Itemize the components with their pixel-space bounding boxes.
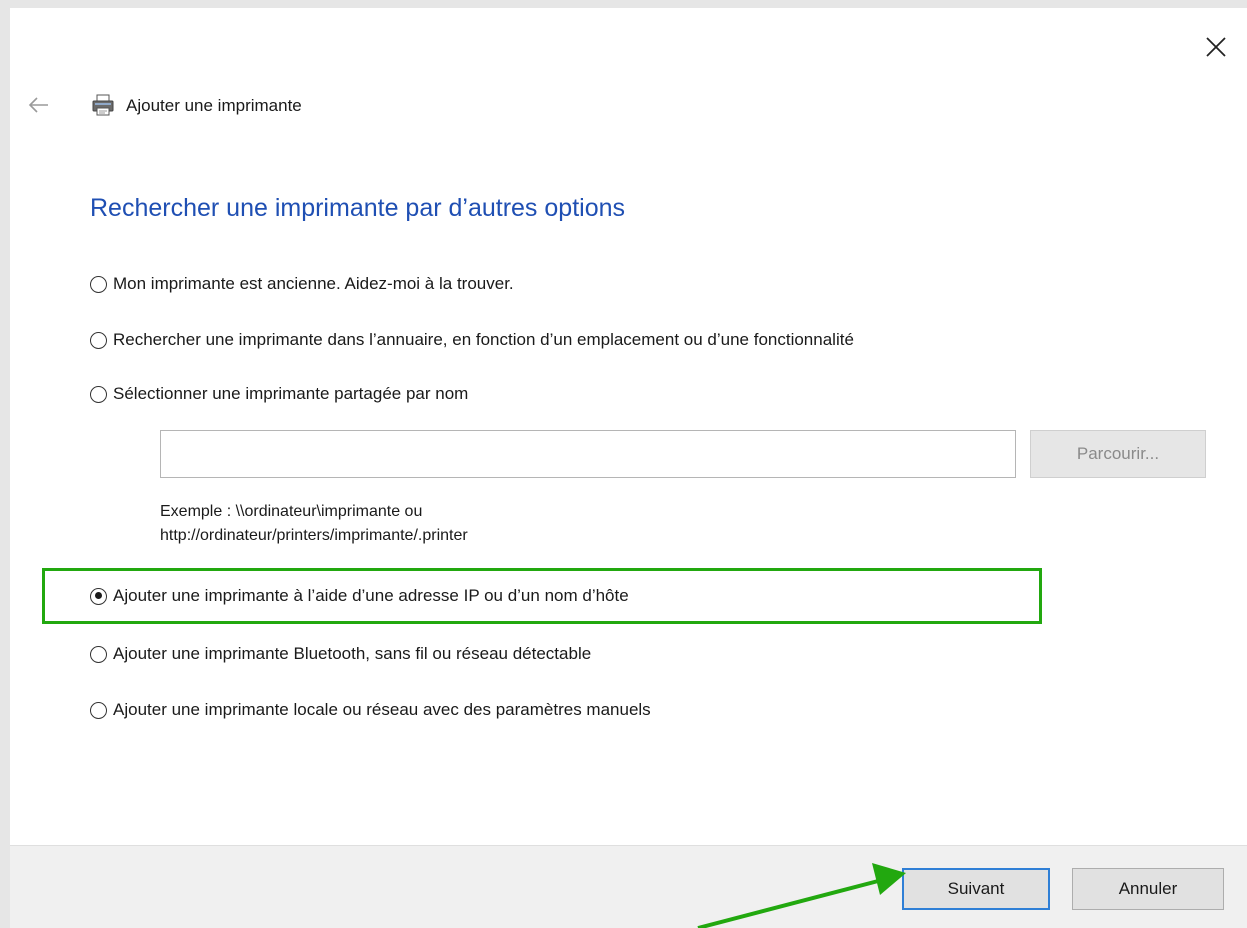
browse-button[interactable]: Parcourir... bbox=[1030, 430, 1206, 478]
back-arrow-icon[interactable] bbox=[28, 96, 50, 114]
next-button[interactable]: Suivant bbox=[902, 868, 1050, 910]
radio-label: Mon imprimante est ancienne. Aidez-moi à… bbox=[113, 274, 514, 293]
window-title: Ajouter une imprimante bbox=[126, 96, 302, 115]
page-heading: Rechercher une imprimante par d’autres o… bbox=[90, 194, 625, 222]
radio-button[interactable] bbox=[90, 385, 107, 403]
example-line-2: http://ordinateur/printers/imprimante/.p… bbox=[160, 527, 468, 544]
radio-button[interactable] bbox=[90, 645, 107, 663]
cancel-button[interactable]: Annuler bbox=[1072, 868, 1224, 910]
radio-option-bluetooth-wireless[interactable]: Ajouter une imprimante Bluetooth, sans f… bbox=[90, 641, 591, 667]
radio-option-directory-search[interactable]: Rechercher une imprimante dans l’annuair… bbox=[90, 327, 854, 353]
radio-label: Rechercher une imprimante dans l’annuair… bbox=[113, 330, 854, 349]
example-text: Exemple : \\ordinateur\imprimante ou htt… bbox=[160, 500, 468, 548]
example-line-1: Exemple : \\ordinateur\imprimante ou bbox=[160, 503, 423, 520]
close-icon[interactable] bbox=[1203, 34, 1229, 60]
radio-label: Ajouter une imprimante Bluetooth, sans f… bbox=[113, 644, 592, 663]
highlight-box bbox=[42, 568, 1042, 624]
radio-button[interactable] bbox=[90, 331, 107, 349]
radio-label: Ajouter une imprimante locale ou réseau … bbox=[113, 700, 651, 719]
radio-label: Sélectionner une imprimante partagée par… bbox=[113, 384, 469, 403]
shared-printer-name-input[interactable] bbox=[160, 430, 1016, 478]
radio-button[interactable] bbox=[90, 701, 107, 719]
radio-option-old-printer[interactable]: Mon imprimante est ancienne. Aidez-moi à… bbox=[90, 271, 514, 297]
radio-button[interactable] bbox=[90, 275, 107, 293]
radio-option-local-manual[interactable]: Ajouter une imprimante locale ou réseau … bbox=[90, 697, 651, 723]
footer-bar bbox=[10, 845, 1247, 928]
radio-option-shared-by-name[interactable]: Sélectionner une imprimante partagée par… bbox=[90, 381, 468, 407]
printer-icon bbox=[90, 92, 116, 118]
